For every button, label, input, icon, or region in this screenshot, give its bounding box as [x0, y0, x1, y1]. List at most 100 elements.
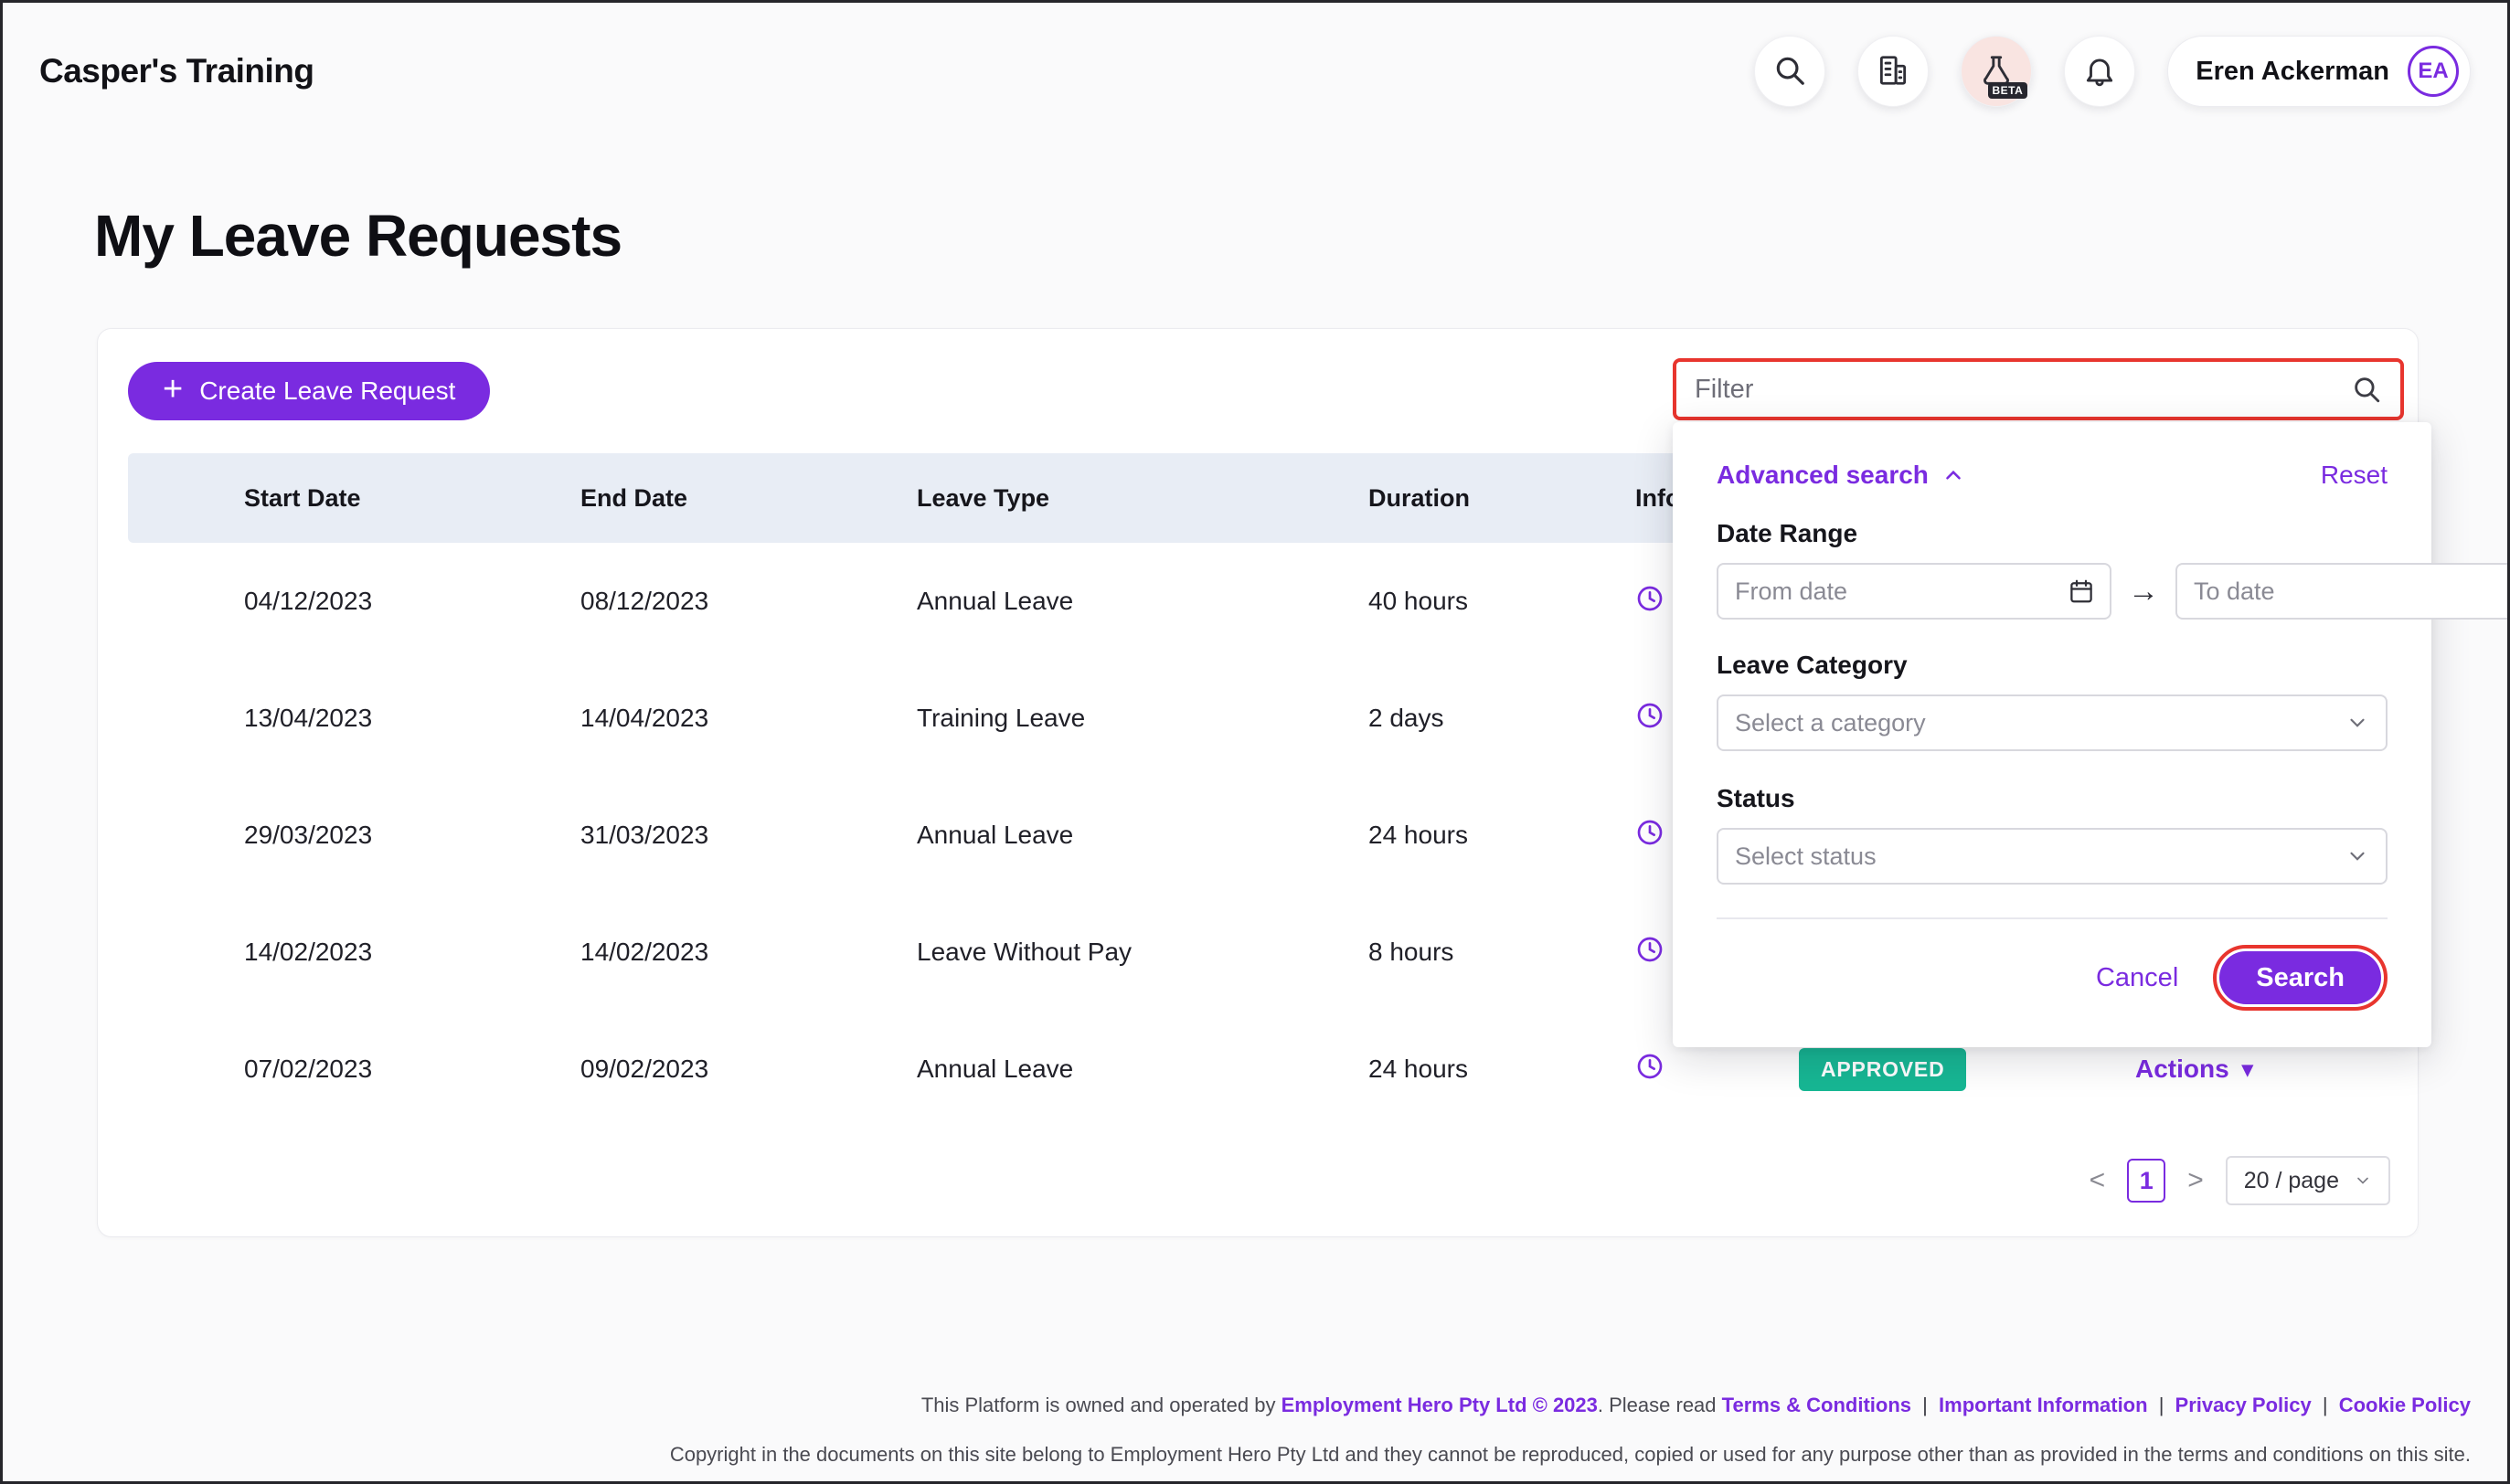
cell-leave-type: Annual Leave: [917, 587, 1368, 616]
building-icon: [1876, 53, 1910, 90]
cell-duration: 40 hours: [1368, 587, 1635, 616]
next-page-button[interactable]: >: [2187, 1167, 2204, 1194]
create-leave-request-button[interactable]: + Create Leave Request: [128, 362, 490, 420]
footer-text: . Please read: [1598, 1394, 1717, 1416]
bell-icon: [2082, 53, 2117, 90]
col-start-date: Start Date: [244, 484, 580, 513]
prev-page-button[interactable]: <: [2090, 1167, 2106, 1194]
footer-line-2: Copyright in the documents on this site …: [670, 1443, 2471, 1467]
separator: |: [2323, 1394, 2328, 1416]
page-size-value: 20 / page: [2244, 1168, 2339, 1194]
from-date-input[interactable]: [1735, 578, 2058, 606]
from-date-field: [1717, 563, 2111, 620]
date-range-label: Date Range: [1717, 519, 2388, 548]
clock-icon[interactable]: [1635, 935, 1664, 964]
cell-leave-type: Training Leave: [917, 704, 1368, 733]
cell-duration: 8 hours: [1368, 938, 1635, 967]
cell-leave-type: Annual Leave: [917, 821, 1368, 850]
user-menu[interactable]: Eren Ackerman EA: [2167, 36, 2471, 107]
status-select[interactable]: Select status: [1717, 828, 2388, 885]
cell-start-date: 04/12/2023: [244, 587, 580, 616]
status-label: Status: [1717, 784, 2388, 813]
footer-link-important-information[interactable]: Important Information: [1939, 1394, 2148, 1416]
col-leave-type: Leave Type: [917, 484, 1368, 513]
cell-start-date: 29/03/2023: [244, 821, 580, 850]
actions-label: Actions: [2135, 1055, 2229, 1084]
search-button[interactable]: [1754, 36, 1825, 107]
beta-badge: BETA: [1988, 82, 2028, 99]
page-title: My Leave Requests: [94, 202, 622, 270]
separator: |: [2159, 1394, 2164, 1416]
filter-field: [1673, 358, 2404, 420]
status-badge: APPROVED: [1799, 1048, 1966, 1091]
cell-start-date: 14/02/2023: [244, 938, 580, 967]
footer-link-privacy-policy[interactable]: Privacy Policy: [2175, 1394, 2312, 1416]
col-duration: Duration: [1368, 484, 1635, 513]
notifications-button[interactable]: [2064, 36, 2135, 107]
plus-icon: +: [163, 372, 183, 407]
clock-icon[interactable]: [1635, 818, 1664, 847]
organisation-button[interactable]: [1857, 36, 1929, 107]
cell-duration: 24 hours: [1368, 1055, 1635, 1084]
date-range-row: →: [1717, 563, 2388, 620]
search-button-highlight: Search: [2213, 945, 2388, 1011]
reset-link[interactable]: Reset: [2321, 461, 2388, 490]
leave-category-select[interactable]: Select a category: [1717, 694, 2388, 751]
cell-start-date: 13/04/2023: [244, 704, 580, 733]
footer-link-cookie-policy[interactable]: Cookie Policy: [2339, 1394, 2471, 1416]
labs-beta-button[interactable]: BETA: [1961, 36, 2032, 107]
calendar-icon[interactable]: [2068, 578, 2095, 605]
clock-icon[interactable]: [1635, 584, 1664, 613]
separator: |: [1922, 1394, 1928, 1416]
actions-dropdown[interactable]: Actions ▾: [2135, 1055, 2253, 1084]
advanced-search-label: Advanced search: [1717, 461, 1929, 490]
search-submit-button[interactable]: Search: [2219, 951, 2381, 1004]
cancel-button[interactable]: Cancel: [2096, 963, 2178, 993]
chevron-down-icon: [2345, 844, 2369, 868]
app-title: Casper's Training: [39, 52, 314, 90]
cell-end-date: 14/02/2023: [580, 938, 917, 967]
to-date-input[interactable]: [2194, 578, 2510, 606]
advanced-search-toggle[interactable]: Advanced search: [1717, 461, 1965, 490]
cell-duration: 2 days: [1368, 704, 1635, 733]
status-value: Select status: [1735, 843, 1877, 871]
cell-start-date: 07/02/2023: [244, 1055, 580, 1084]
top-bar: Casper's Training BETA: [3, 3, 2507, 140]
avatar: EA: [2408, 46, 2459, 97]
search-icon: [1772, 53, 1807, 90]
cell-end-date: 09/02/2023: [580, 1055, 917, 1084]
screen: Casper's Training BETA: [0, 0, 2510, 1484]
cell-end-date: 31/03/2023: [580, 821, 917, 850]
chevron-up-icon: [1941, 463, 1965, 487]
advanced-search-panel: Advanced search Reset Date Range →: [1673, 422, 2431, 1047]
user-name: Eren Ackerman: [2196, 57, 2389, 87]
divider: [1717, 917, 2388, 919]
page-number[interactable]: 1: [2127, 1159, 2165, 1203]
create-leave-request-label: Create Leave Request: [199, 376, 455, 406]
pagination: < 1 > 20 / page: [2090, 1156, 2390, 1205]
clock-icon[interactable]: [1635, 1052, 1664, 1081]
cell-leave-type: Leave Without Pay: [917, 938, 1368, 967]
top-bar-actions: BETA Eren Ackerman EA: [1754, 36, 2471, 107]
leave-category-value: Select a category: [1735, 709, 1926, 737]
col-end-date: End Date: [580, 484, 917, 513]
page-size-select[interactable]: 20 / page: [2226, 1156, 2390, 1205]
filter-input[interactable]: [1695, 375, 2351, 405]
cell-end-date: 08/12/2023: [580, 587, 917, 616]
to-date-field: [2175, 563, 2510, 620]
footer-text: This Platform is owned and operated by: [921, 1394, 1276, 1416]
caret-down-icon: ▾: [2242, 1056, 2253, 1083]
footer-link-employment-hero[interactable]: Employment Hero Pty Ltd © 2023: [1282, 1394, 1598, 1416]
chevron-down-icon: [2354, 1171, 2372, 1190]
leave-category-label: Leave Category: [1717, 651, 2388, 680]
filter-popover: Advanced search Reset Date Range →: [1673, 358, 2431, 1047]
cell-leave-type: Annual Leave: [917, 1055, 1368, 1084]
cell-end-date: 14/04/2023: [580, 704, 917, 733]
cell-duration: 24 hours: [1368, 821, 1635, 850]
search-icon: [2351, 374, 2382, 405]
chevron-down-icon: [2345, 711, 2369, 735]
arrow-right-icon: →: [2128, 574, 2159, 610]
footer-link-terms[interactable]: Terms & Conditions: [1722, 1394, 1911, 1416]
clock-icon[interactable]: [1635, 701, 1664, 730]
footer-line-1: This Platform is owned and operated by E…: [670, 1394, 2471, 1417]
